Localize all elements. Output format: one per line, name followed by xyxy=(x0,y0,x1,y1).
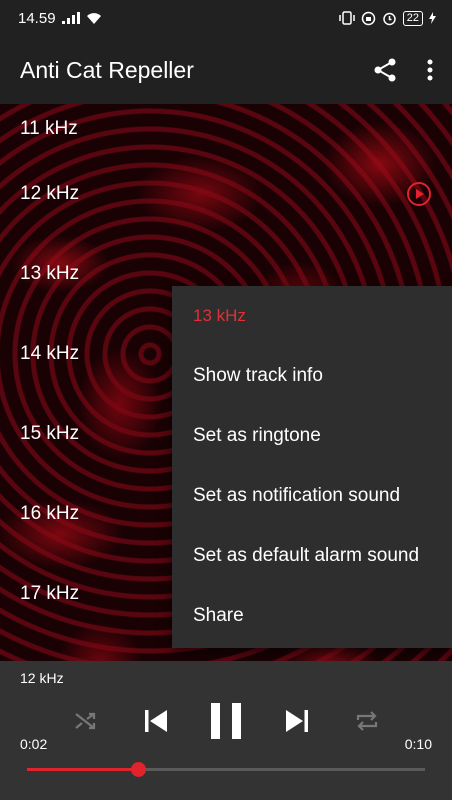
play-circle-icon[interactable] xyxy=(406,181,432,207)
track-label: 13 kHz xyxy=(20,263,80,284)
total-time: 0:10 xyxy=(404,736,432,752)
player-panel: 12 kHz 0:02 0:10 xyxy=(0,661,452,800)
track-label: 12 kHz xyxy=(20,183,80,204)
context-menu: 13 kHz Show track info Set as ringtone S… xyxy=(172,286,452,648)
menu-item-share[interactable]: Share xyxy=(172,586,452,646)
list-item[interactable]: 11 kHz xyxy=(0,104,452,154)
skip-next-icon[interactable] xyxy=(284,708,310,734)
current-time: 0:02 xyxy=(20,736,48,752)
menu-item-show-track-info[interactable]: Show track info xyxy=(172,346,452,406)
signal-icon xyxy=(61,12,80,24)
app-title: Anti Cat Repeller xyxy=(20,56,194,83)
shuffle-icon[interactable] xyxy=(73,709,97,733)
track-label: 15 kHz xyxy=(20,423,80,444)
menu-item-set-alarm[interactable]: Set as default alarm sound xyxy=(172,526,452,586)
seek-bar[interactable] xyxy=(27,762,425,777)
wifi-icon xyxy=(86,12,101,24)
charging-icon xyxy=(429,12,436,24)
skip-previous-icon[interactable] xyxy=(143,708,169,734)
status-right: 22 xyxy=(339,10,436,26)
status-left: 14.59 xyxy=(18,10,102,27)
lock-rotation-icon xyxy=(361,11,375,25)
menu-header: 13 kHz xyxy=(193,306,246,325)
status-time: 14.59 xyxy=(18,9,56,27)
status-bar: 14.59 22 xyxy=(0,0,452,36)
menu-item-set-notification[interactable]: Set as notification sound xyxy=(172,466,452,526)
player-controls xyxy=(0,697,452,747)
app-actions xyxy=(372,57,434,83)
track-label: 16 kHz xyxy=(20,503,80,524)
track-label: 17 kHz xyxy=(20,583,80,604)
battery-level: 22 xyxy=(402,10,423,26)
track-label: 11 kHz xyxy=(20,118,78,139)
app-bar: Anti Cat Repeller xyxy=(0,36,452,104)
pause-icon[interactable] xyxy=(209,702,243,740)
now-playing-title: 12 kHz xyxy=(20,670,64,686)
repeat-icon[interactable] xyxy=(354,709,380,733)
track-label: 14 kHz xyxy=(20,343,80,364)
seek-progress xyxy=(27,768,139,771)
alarm-icon xyxy=(383,12,396,25)
seek-thumb[interactable] xyxy=(130,762,146,777)
list-item[interactable]: 12 kHz xyxy=(0,154,452,234)
share-icon[interactable] xyxy=(372,57,398,83)
more-vert-icon[interactable] xyxy=(426,58,434,82)
vibrate-icon xyxy=(339,11,355,25)
menu-item-set-ringtone[interactable]: Set as ringtone xyxy=(172,406,452,466)
